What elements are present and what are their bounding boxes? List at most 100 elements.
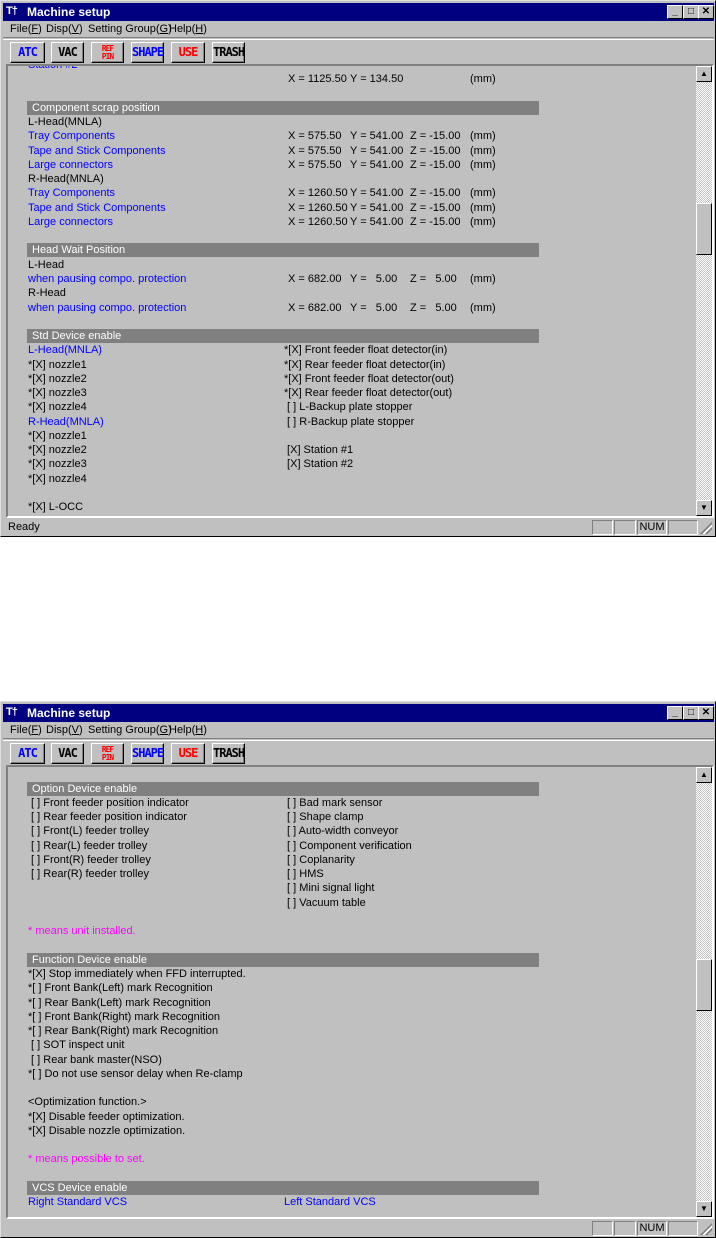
list-item: *[X] nozzle2 [X] Station #1 — [8, 443, 696, 457]
toolbar-ref-pin-button[interactable]: REF PIN — [91, 42, 124, 63]
x-coordinate: X = 1260.50 — [288, 187, 348, 200]
item-label[interactable]: when pausing compo. protection — [28, 301, 186, 315]
list-item: *[X] Stop immediately when FFD interrupt… — [8, 967, 696, 981]
scroll-down-button[interactable]: ▼ — [696, 500, 712, 516]
list-item: *[X] nozzle3 [X] Station #2 — [8, 457, 696, 471]
list-item: when pausing compo. protection X = 682.00… — [8, 272, 696, 286]
list-item — [8, 1138, 696, 1152]
scroll-up-button[interactable]: ▲ — [696, 66, 712, 82]
item-label: R-Head(MNLA) — [28, 173, 104, 186]
list-item: *[ ] Front Bank(Right) mark Recognition — [8, 1010, 696, 1024]
list-item: [ ] Rear(L) feeder trolley [ ] Component… — [8, 839, 696, 853]
menu-setting-group[interactable]: Setting Group(G) — [88, 724, 172, 736]
item-label: L-Head — [28, 258, 65, 271]
toolbar-vac-button[interactable]: VAC — [51, 42, 84, 63]
title-bar: T† Machine setup _ □ ✕ — [3, 3, 714, 21]
scroll-down-button[interactable]: ▼ — [696, 1201, 712, 1217]
menu-disp[interactable]: Disp(V) — [46, 23, 83, 35]
item-option: [ ] Bad mark sensor — [284, 796, 383, 809]
menu-label-end: ) — [79, 724, 83, 736]
item-label[interactable]: Tape and Stick Components — [28, 144, 166, 158]
unit-label: (mm) — [470, 130, 496, 143]
menu-disp[interactable]: Disp(V) — [46, 724, 83, 736]
menu-help[interactable]: Help(H) — [169, 724, 207, 736]
item-label: *[ ] Front Bank(Left) mark Recognition — [28, 982, 213, 995]
content-area: Station #2X = 1125.50Y = 134.50(mm)Compo… — [6, 64, 714, 518]
vertical-scrollbar[interactable]: ▲ ▼ — [696, 767, 712, 1217]
x-coordinate: X = 575.50 — [288, 130, 342, 143]
item-label: [ ] Rear(R) feeder trolley — [28, 868, 150, 881]
toolbar-vac-button[interactable]: VAC — [51, 743, 84, 764]
list-item — [8, 767, 696, 781]
item-label[interactable]: when pausing compo. protection — [28, 272, 186, 286]
list-item: Tape and Stick Components X = 575.50 Y = 5… — [8, 144, 696, 158]
machine-setup-window-2: T† Machine setup _ □ ✕ File(F) Disp(V) Setting … — [0, 701, 716, 1238]
maximize-button[interactable]: □ — [683, 706, 699, 720]
z-coordinate: Z = 5.00 — [410, 301, 457, 314]
window-title: Machine setup — [27, 706, 111, 720]
status-bar: Ready NUM — [3, 519, 714, 536]
status-pane — [592, 520, 613, 535]
list-item: *[X] nozzle1 *[X] Rear feeder float detec… — [8, 358, 696, 372]
list-item: [ ] Front feeder position indicator [ ] … — [8, 796, 696, 810]
unit-label: (mm) — [470, 272, 496, 285]
item-label: *[X] nozzle1 — [28, 429, 87, 442]
toolbar-atc-button[interactable]: ATC — [10, 743, 45, 764]
item-label[interactable]: Right Standard VCS — [28, 1195, 127, 1209]
item-label[interactable]: Large connectors — [28, 215, 113, 229]
menu-setting-group[interactable]: Setting Group(G) — [88, 23, 172, 35]
z-coordinate: Z = -15.00 — [410, 144, 461, 157]
item-option: [X] Station #2 — [284, 458, 354, 471]
item-label[interactable]: L-Head(MNLA) — [28, 343, 102, 357]
close-button[interactable]: ✕ — [698, 5, 714, 19]
scroll-thumb[interactable] — [696, 958, 712, 1011]
item-label: *[X] Disable nozzle optimization. — [28, 1124, 186, 1137]
toolbar-atc-button[interactable]: ATC — [10, 42, 45, 63]
minimize-button[interactable]: _ — [667, 706, 683, 720]
vertical-scrollbar[interactable]: ▲ ▼ — [696, 66, 712, 516]
status-bar: NUM — [3, 1220, 714, 1237]
x-coordinate: X = 1260.50 — [288, 201, 348, 214]
item-label[interactable]: R-Head(MNLA) — [28, 415, 104, 429]
item-label: [ ] Front(L) feeder trolley — [28, 825, 150, 838]
list-item: [ ] Rear bank master(NSO) — [8, 1053, 696, 1067]
item-label[interactable]: Tray Components — [28, 186, 115, 200]
window-title: Machine setup — [27, 5, 111, 19]
item-label: *[ ] Do not use sensor delay when Re-cla… — [28, 1067, 243, 1080]
minimize-button[interactable]: _ — [667, 5, 683, 19]
item-label[interactable]: Tray Components — [28, 129, 115, 143]
menu-help[interactable]: Help(H) — [169, 23, 207, 35]
toolbar-use-button[interactable]: USE — [171, 743, 205, 764]
settings-list: Station #2X = 1125.50Y = 134.50(mm)Compo… — [8, 66, 697, 516]
resize-grip-icon[interactable] — [700, 1223, 712, 1235]
item-label[interactable]: Large connectors — [28, 158, 113, 172]
item-label: *[X] nozzle2 — [28, 444, 87, 457]
status-pane — [592, 1221, 613, 1236]
item-option: *[X] Front feeder float detector(out) — [284, 372, 454, 385]
section-header-title: Option Device enable — [27, 781, 539, 796]
y-coordinate: Y = 5.00 — [350, 272, 398, 285]
list-item — [8, 229, 696, 243]
list-item: R-Head — [8, 286, 696, 300]
toolbar-shape-button[interactable]: SHAPE — [131, 743, 164, 764]
toolbar-shape-button[interactable]: SHAPE — [131, 42, 164, 63]
z-coordinate: Z = -15.00 — [410, 130, 461, 143]
menu-file[interactable]: File(F) — [10, 23, 42, 35]
toolbar-ref-pin-button[interactable]: REF PIN — [91, 743, 124, 764]
maximize-button[interactable]: □ — [683, 5, 699, 19]
list-item: *[X] nozzle4 — [8, 472, 696, 486]
resize-grip-icon[interactable] — [700, 522, 712, 534]
scroll-up-button[interactable]: ▲ — [696, 767, 712, 783]
scroll-thumb[interactable] — [696, 202, 712, 255]
menu-file[interactable]: File(F) — [10, 724, 42, 736]
toolbar-use-button[interactable]: USE — [171, 42, 205, 63]
menu-accel-key: V — [71, 724, 80, 736]
list-item: *[ ] Rear Bank(Left) mark Recognition — [8, 996, 696, 1010]
close-button[interactable]: ✕ — [698, 706, 714, 720]
toolbar-trash-button[interactable]: TRASH — [212, 42, 245, 63]
list-item: [ ] Front(L) feeder trolley [ ] Auto-wid… — [8, 824, 696, 838]
toolbar-trash-button[interactable]: TRASH — [212, 743, 245, 764]
num-lock-indicator: NUM — [637, 520, 667, 535]
item-label[interactable]: Tape and Stick Components — [28, 201, 166, 215]
item-label: [ ] Front(R) feeder trolley — [28, 853, 151, 866]
